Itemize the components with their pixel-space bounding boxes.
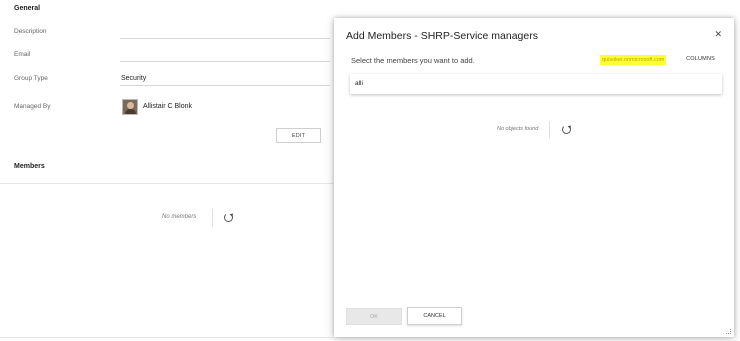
columns-button[interactable]: COLUMNS	[686, 56, 715, 62]
members-divider	[0, 183, 333, 184]
members-separator	[212, 209, 213, 227]
ok-button[interactable]: OK	[346, 308, 402, 325]
no-objects-text: No objects found	[497, 126, 539, 132]
member-search-input[interactable]: alli	[350, 74, 722, 94]
managed-by-label: Managed By	[14, 103, 51, 110]
members-empty-text: No members	[162, 214, 197, 220]
refresh-icon[interactable]	[562, 125, 571, 134]
general-section-title: General	[14, 5, 41, 12]
user-avatar	[122, 99, 138, 115]
close-icon[interactable]: ✕	[714, 29, 722, 40]
members-section-title: Members	[14, 163, 45, 170]
description-underline	[120, 38, 330, 39]
description-label: Description	[14, 28, 47, 35]
refresh-icon[interactable]	[224, 213, 233, 222]
avatar-body	[125, 109, 136, 114]
dialog-title: Add Members - SHRP-Service managers	[346, 30, 538, 42]
group-type-underline	[120, 85, 330, 86]
add-members-dialog: Add Members - SHRP-Service managers ✕ Se…	[334, 18, 734, 337]
dialog-subtitle: Select the members you want to add.	[351, 56, 475, 65]
managed-by-value[interactable]: Allistair C Blonk	[143, 103, 192, 110]
group-type-value: Security	[121, 75, 147, 82]
cancel-button[interactable]: CANCEL	[407, 307, 462, 325]
email-label: Email	[14, 51, 31, 58]
group-type-label: Group Type	[14, 75, 48, 82]
results-separator	[549, 121, 550, 138]
avatar-head	[127, 102, 134, 109]
email-underline	[120, 61, 330, 62]
page-bottom-divider	[0, 337, 333, 338]
domain-selector[interactable]: quisoker.onmicrosoft.com	[600, 55, 667, 65]
edit-button[interactable]: EDIT	[276, 128, 321, 143]
resize-grip-icon[interactable]	[726, 329, 731, 334]
